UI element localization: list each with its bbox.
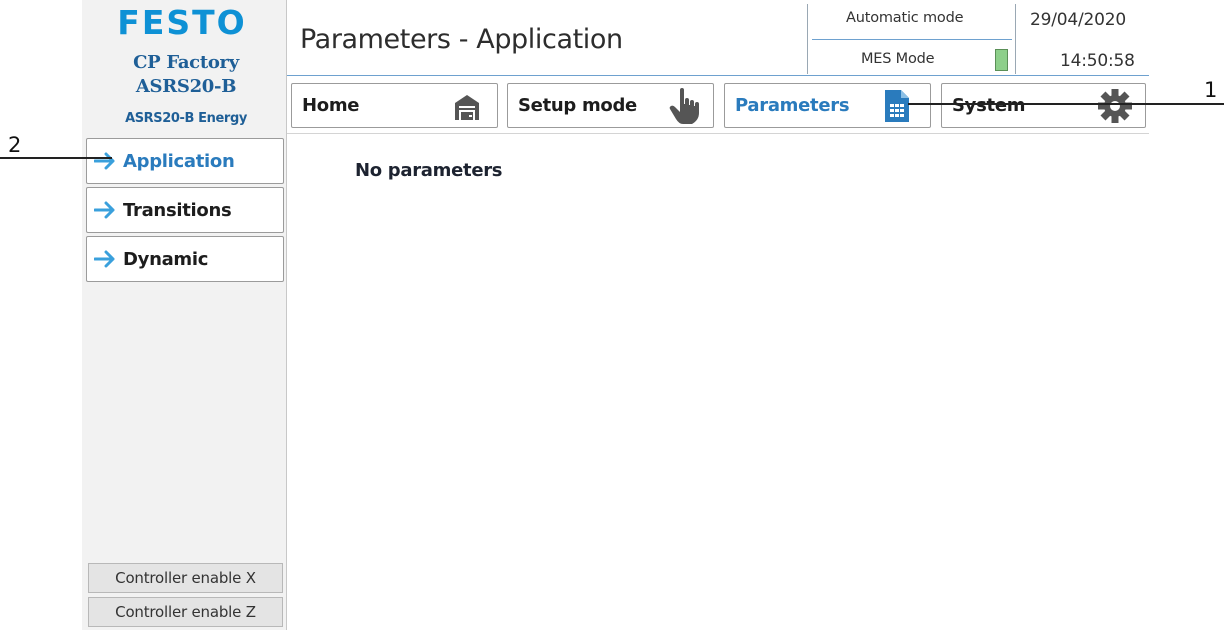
- header-divider: [812, 39, 1012, 40]
- controller-enable-z-button[interactable]: Controller enable Z: [88, 597, 283, 627]
- sidebar-divider: [286, 0, 287, 630]
- festo-logo: FESTO: [117, 7, 246, 37]
- tab-setup-mode[interactable]: Setup mode: [507, 83, 714, 128]
- page-title: Parameters - Application: [300, 24, 623, 55]
- station-name: ASRS20-B: [135, 76, 237, 97]
- callout-number: 2: [8, 133, 22, 157]
- sidebar-item-label: Dynamic: [123, 248, 209, 270]
- arrow-right-icon: [87, 187, 123, 233]
- mode-indicator: Automatic mode: [846, 10, 964, 26]
- callout-line: [0, 157, 112, 159]
- empty-state-message: No parameters: [355, 160, 503, 181]
- station-line-1: CP Factory: [133, 52, 239, 73]
- mes-mode-label: MES Mode: [861, 51, 935, 67]
- tab-label: System: [952, 95, 1026, 116]
- sidebar-item-transitions[interactable]: Transitions: [86, 187, 284, 233]
- toolbar-divider: [287, 133, 1149, 134]
- tab-home[interactable]: Home: [291, 83, 498, 128]
- station-subname: ASRS20-B Energy: [125, 111, 247, 126]
- svg-text:FESTO: FESTO: [117, 7, 246, 37]
- tab-label: Setup mode: [518, 95, 637, 116]
- tab-label: Parameters: [735, 95, 850, 116]
- sidebar-item-application[interactable]: Application: [86, 138, 284, 184]
- mes-status-led: [995, 49, 1008, 71]
- sidebar-item-dynamic[interactable]: Dynamic: [86, 236, 284, 282]
- gear-icon: [1098, 89, 1132, 123]
- controller-enable-x-button[interactable]: Controller enable X: [88, 563, 283, 593]
- garage-icon: [455, 95, 479, 120]
- sidebar-item-label: Transitions: [123, 199, 232, 221]
- date-display: 29/04/2020: [1030, 10, 1126, 30]
- header-divider: [807, 4, 808, 74]
- callout-number: 1: [1204, 78, 1218, 102]
- tab-label: Home: [302, 95, 360, 116]
- tab-parameters[interactable]: Parameters: [724, 83, 931, 128]
- arrow-right-icon: [87, 236, 123, 282]
- sidebar-item-label: Application: [123, 150, 235, 172]
- tab-system[interactable]: System: [941, 83, 1146, 128]
- arrow-right-icon: [87, 138, 123, 184]
- spreadsheet-document-icon: [885, 90, 909, 122]
- hand-pointer-icon: [669, 88, 699, 124]
- callout-line: [908, 103, 1224, 105]
- header-bottom-line: [287, 75, 1149, 76]
- time-display: 14:50:58: [1060, 51, 1135, 71]
- header-divider: [1015, 4, 1016, 74]
